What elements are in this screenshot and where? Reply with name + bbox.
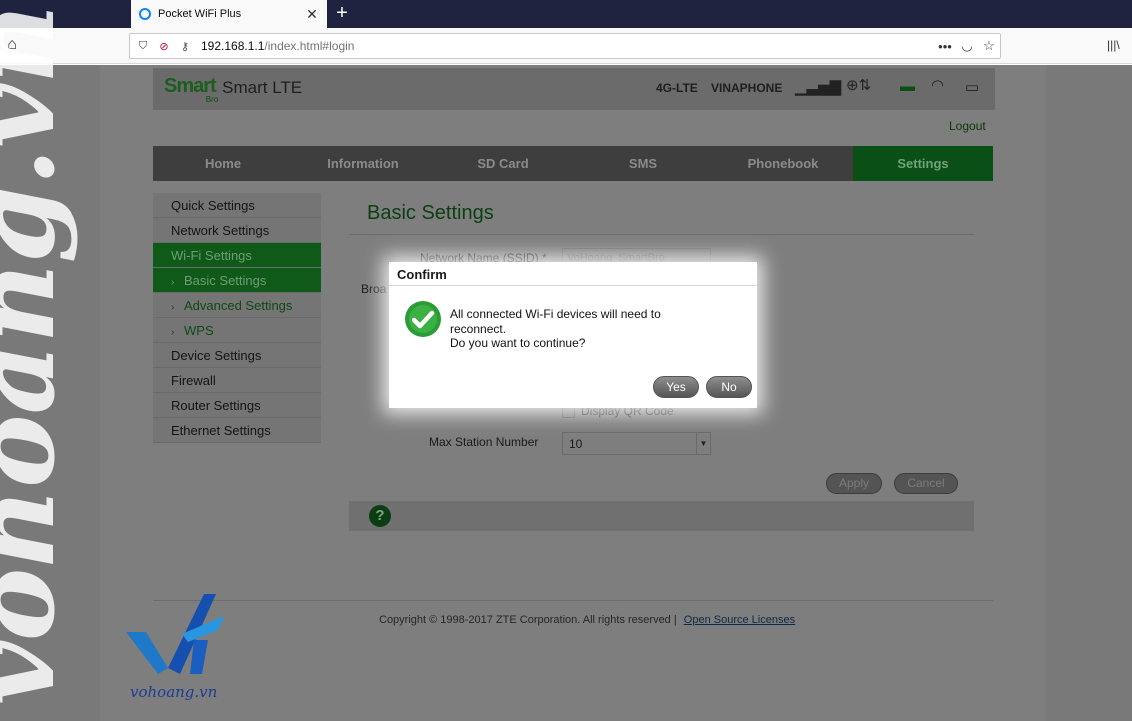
sidebar-item-firewall[interactable]: Firewall [153,368,321,393]
sim-icon: ▬ [900,78,915,95]
title-divider [349,234,974,235]
menu-sms[interactable]: SMS [573,146,713,181]
brand-logo: Smart Bro Smart LTE [164,75,303,104]
sidebar-item-label: Basic Settings [184,273,267,288]
browser-tab-bar: Pocket WiFi Plus ✕ + [0,0,1132,28]
wifi-icon: ◠ [931,77,945,94]
browser-tab[interactable]: Pocket WiFi Plus ✕ [131,0,327,28]
url-path: /index.html#login [264,39,355,53]
carrier-name: VINAPHONE [711,81,783,95]
tab-close-icon[interactable]: ✕ [305,6,319,23]
sidebar-item-label: WPS [184,323,214,338]
open-source-licenses-link[interactable]: Open Source Licenses [684,614,795,626]
chevron-right-icon: › [171,277,175,288]
cancel-button[interactable]: Cancel [894,473,958,494]
globe-favicon-icon [139,8,151,20]
sidebar-item-wifi-settings[interactable]: Wi-Fi Settings [153,243,321,268]
bookmark-star-icon[interactable]: ☆ [978,38,1000,54]
menu-settings[interactable]: Settings [853,146,993,181]
sidebar-item-advanced-settings[interactable]: › Advanced Settings [153,293,321,318]
vertical-watermark: vohoang.vn [0,4,79,705]
success-check-icon [405,301,441,337]
footer: Copyright © 1998-2017 ZTE Corporation. A… [379,614,795,626]
pocket-icon[interactable]: ◡ [956,38,978,54]
menu-sd-card[interactable]: SD Card [433,146,573,181]
globe-data-icon: ⊕⇅ [846,77,872,94]
chevron-right-icon: › [171,302,175,313]
help-icon[interactable]: ? [369,505,391,527]
page-title: Basic Settings [367,202,494,224]
key-icon[interactable]: ⚷ [177,40,193,53]
main-menu: Home Information SD Card SMS Phonebook S… [153,146,993,181]
broadcast-label: Broa [361,282,387,296]
sidebar-item-network-settings[interactable]: Network Settings [153,218,321,243]
product-name: Smart LTE [222,78,303,97]
help-bar [349,501,974,531]
sidebar-item-device-settings[interactable]: Device Settings [153,343,321,368]
tab-title: Pocket WiFi Plus [158,8,242,20]
sidebar-item-basic-settings[interactable]: › Basic Settings [153,268,321,293]
chevron-right-icon: › [171,327,175,338]
footer-divider [153,600,993,601]
max-station-value: 10 [569,437,583,451]
dialog-message-line: Do you want to continue? [450,336,586,350]
browser-nav-bar: ⌂ ⛉ ⊘ ⚷ 192.168.1.1/index.html#login •••… [0,28,1132,64]
menu-phonebook[interactable]: Phonebook [713,146,853,181]
apply-button[interactable]: Apply [826,473,882,494]
battery-icon: ▭ [965,79,980,96]
menu-information[interactable]: Information [293,146,433,181]
settings-sidebar: Quick Settings Network Settings Wi-Fi Se… [153,193,321,443]
insecure-lock-icon[interactable]: ⊘ [156,40,172,53]
new-tab-button[interactable]: + [332,2,352,24]
dialog-message: All connected Wi-Fi devices will need to… [450,307,740,351]
dialog-message-line: All connected Wi-Fi devices will need to [450,307,661,321]
confirm-dialog: Confirm All connected Wi-Fi devices will… [389,262,757,408]
url-text[interactable]: 192.168.1.1/index.html#login [201,39,934,53]
copyright-text: Copyright © 1998-2017 ZTE Corporation. A… [379,614,677,626]
sidebar-item-wps[interactable]: › WPS [153,318,321,343]
shield-icon[interactable]: ⛉ [135,40,151,53]
yes-button[interactable]: Yes [653,376,699,398]
page-actions-icon[interactable]: ••• [934,39,956,54]
signal-strength-icon: ▁▃▅▇ [795,79,842,96]
dialog-title: Confirm [389,262,757,286]
menu-home[interactable]: Home [153,146,293,181]
sidebar-item-label: Advanced Settings [184,298,293,313]
no-button[interactable]: No [706,376,752,398]
url-bar[interactable]: ⛉ ⊘ ⚷ 192.168.1.1/index.html#login ••• ◡… [129,33,1001,59]
library-icon[interactable]: |||\ [1107,38,1125,54]
logout-link[interactable]: Logout [949,119,986,133]
dialog-message-line: reconnect. [450,321,507,336]
brand-sub: Bro [205,95,219,104]
sidebar-item-router-settings[interactable]: Router Settings [153,393,321,418]
vh-watermark-logo-icon [126,594,224,674]
sidebar-item-quick-settings[interactable]: Quick Settings [153,193,321,218]
max-station-select[interactable]: 10 ▼ [562,432,711,455]
max-station-label: Max Station Number [429,435,539,449]
watermark-site-text: vohoang.vn [130,683,218,701]
network-type: 4G-LTE [656,81,698,95]
chevron-down-icon: ▼ [696,433,710,454]
url-host: 192.168.1.1 [201,39,265,53]
sidebar-item-ethernet-settings[interactable]: Ethernet Settings [153,418,321,443]
